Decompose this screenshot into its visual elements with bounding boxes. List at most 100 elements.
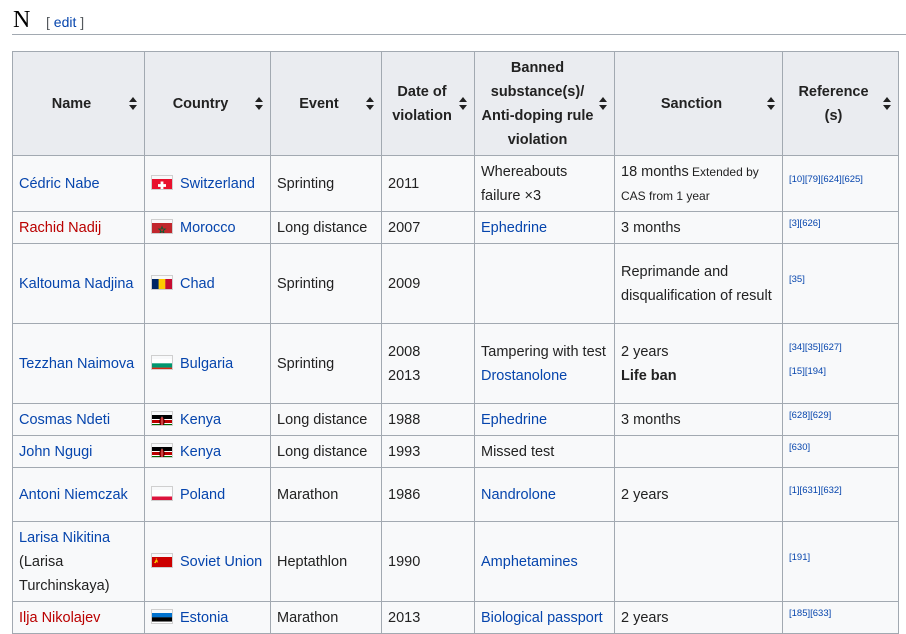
column-header-event[interactable]: Event bbox=[270, 51, 382, 156]
country-link[interactable]: Morocco bbox=[180, 220, 236, 236]
country-link[interactable]: Bulgaria bbox=[180, 356, 233, 372]
reference-link[interactable]: [3][626] bbox=[789, 218, 821, 229]
cell-event: Long distance bbox=[270, 435, 382, 468]
column-header-label: Sanction bbox=[660, 95, 723, 112]
cell-country: Kenya bbox=[144, 435, 271, 468]
edit-link[interactable]: edit bbox=[54, 14, 77, 30]
cell-date: 2013 bbox=[381, 601, 475, 634]
country-link[interactable]: Kenya bbox=[180, 412, 221, 428]
substance-text: Tampering with test bbox=[481, 343, 606, 360]
sort-icon[interactable] bbox=[129, 96, 137, 112]
column-header-name[interactable]: Name bbox=[12, 51, 145, 156]
reference-sup: [630] bbox=[789, 442, 810, 453]
athlete-link[interactable]: Ilja Nikolajev bbox=[19, 610, 100, 626]
substance-line: Ephedrine bbox=[481, 216, 608, 240]
substance-line: Amphetamines bbox=[481, 550, 608, 574]
cell-substance: Ephedrine bbox=[474, 211, 615, 244]
cell-reference: [3][626] bbox=[782, 211, 899, 244]
athlete-link[interactable]: Cédric Nabe bbox=[19, 176, 100, 192]
cell-sanction: Reprimande and disqualification of resul… bbox=[614, 243, 783, 324]
reference-line: [628][629] bbox=[789, 408, 892, 432]
athlete-link[interactable]: John Ngugi bbox=[19, 444, 92, 460]
substance-line: Tampering with test bbox=[481, 340, 608, 364]
cell-date: 1990 bbox=[381, 521, 475, 602]
table-row: Antoni Niemczak Poland Marathon 1986 Nandrol… bbox=[12, 467, 899, 522]
column-header-country[interactable]: Country bbox=[144, 51, 271, 156]
cell-sanction: 2 years bbox=[614, 467, 783, 522]
athlete-alt-name: (Larisa Turchinskaya) bbox=[19, 553, 110, 594]
cell-name: Cosmas Ndeti bbox=[12, 403, 145, 436]
athlete-link[interactable]: Rachid Nadij bbox=[19, 220, 101, 236]
reference-line: [185][633] bbox=[789, 606, 892, 630]
country-link[interactable]: Switzerland bbox=[180, 176, 255, 192]
cell-event: Sprinting bbox=[270, 155, 382, 212]
reference-link[interactable]: [191] bbox=[789, 552, 810, 563]
reference-link[interactable]: [10][79][624][625] bbox=[789, 174, 863, 185]
sort-icon[interactable] bbox=[767, 96, 775, 112]
reference-sup: [628][629] bbox=[789, 410, 831, 421]
country-link[interactable]: Poland bbox=[180, 487, 225, 503]
reference-link[interactable]: [35] bbox=[789, 274, 805, 285]
reference-link[interactable]: [628][629] bbox=[789, 410, 831, 421]
athlete-link[interactable]: Cosmas Ndeti bbox=[19, 412, 110, 428]
cell-reference: [630] bbox=[782, 435, 899, 468]
reference-link[interactable]: [185][633] bbox=[789, 608, 831, 619]
column-header-label: Banned substance(s)/ Anti-doping rule vi… bbox=[481, 59, 594, 148]
cell-substance bbox=[474, 243, 615, 324]
athlete-link[interactable]: Tezzhan Naimova bbox=[19, 356, 134, 372]
athlete-link[interactable]: Antoni Niemczak bbox=[19, 487, 128, 503]
cell-event: Marathon bbox=[270, 467, 382, 522]
sanction-bold: Life ban bbox=[621, 367, 677, 384]
sort-icon[interactable] bbox=[883, 96, 891, 112]
column-header-sanction[interactable]: Sanction bbox=[614, 51, 783, 156]
cell-date: 2011 bbox=[381, 155, 475, 212]
substance-link[interactable]: Drostanolone bbox=[481, 368, 567, 384]
cell-event: Long distance bbox=[270, 403, 382, 436]
sort-icon[interactable] bbox=[599, 96, 607, 112]
reference-link[interactable]: [34][35][627] bbox=[789, 342, 842, 353]
sort-icon[interactable] bbox=[255, 96, 263, 112]
country-link[interactable]: Soviet Union bbox=[180, 554, 262, 570]
substance-link[interactable]: Biological passport bbox=[481, 610, 603, 626]
sanction-text: 2 years bbox=[621, 343, 669, 360]
substance-line: Ephedrine bbox=[481, 408, 608, 432]
cell-date: 1988 bbox=[381, 403, 475, 436]
cell-date: 2007 bbox=[381, 211, 475, 244]
poland-flag-icon bbox=[151, 485, 173, 501]
sort-icon[interactable] bbox=[459, 96, 467, 112]
country-link[interactable]: Estonia bbox=[180, 610, 228, 626]
athlete-link[interactable]: Larisa Nikitina bbox=[19, 530, 110, 546]
reference-sup: [185][633] bbox=[789, 608, 831, 619]
switzerland-flag-icon bbox=[151, 174, 173, 190]
reference-link[interactable]: [630] bbox=[789, 442, 810, 453]
table-body: Cédric Nabe Switzerland Sprinting 2011 Where… bbox=[12, 155, 899, 634]
substance-link[interactable]: Ephedrine bbox=[481, 220, 547, 236]
reference-link[interactable]: [15][194] bbox=[789, 366, 826, 377]
country-link[interactable]: Chad bbox=[180, 276, 215, 292]
cell-country: Soviet Union bbox=[144, 521, 271, 602]
cell-sanction: 18 months Extended by CAS from 1 year bbox=[614, 155, 783, 212]
violation-date: 1988 bbox=[388, 411, 421, 428]
reference-line: [3][626] bbox=[789, 216, 892, 240]
table-row: Rachid Nadij Morocco Long distance 2007 Ephe… bbox=[12, 211, 899, 244]
sort-icon[interactable] bbox=[366, 96, 374, 112]
substance-link[interactable]: Nandrolone bbox=[481, 487, 556, 503]
column-header-substance[interactable]: Banned substance(s)/ Anti-doping rule vi… bbox=[474, 51, 615, 156]
column-header-date[interactable]: Date of violation bbox=[381, 51, 475, 156]
country-link[interactable]: Kenya bbox=[180, 444, 221, 460]
substance-link[interactable]: Ephedrine bbox=[481, 412, 547, 428]
substance-line: Drostanolone bbox=[481, 364, 608, 388]
cell-sanction: 2 years Life ban bbox=[614, 323, 783, 404]
edit-bracket-open: [ bbox=[46, 14, 50, 30]
cell-event: Heptathlon bbox=[270, 521, 382, 602]
section-heading: N [ edit ] bbox=[12, 6, 906, 35]
substance-link[interactable]: Amphetamines bbox=[481, 554, 578, 570]
column-header-reference[interactable]: Reference (s) bbox=[782, 51, 899, 156]
bulgaria-flag-icon bbox=[151, 354, 173, 370]
reference-link[interactable]: [1][631][632] bbox=[789, 485, 842, 496]
violation-date: 1990 bbox=[388, 553, 421, 570]
table-row: Cédric Nabe Switzerland Sprinting 2011 Where… bbox=[12, 155, 899, 212]
reference-sup: [191] bbox=[789, 552, 810, 563]
athlete-link[interactable]: Kaltouma Nadjina bbox=[19, 276, 133, 292]
cell-name: Ilja Nikolajev bbox=[12, 601, 145, 634]
